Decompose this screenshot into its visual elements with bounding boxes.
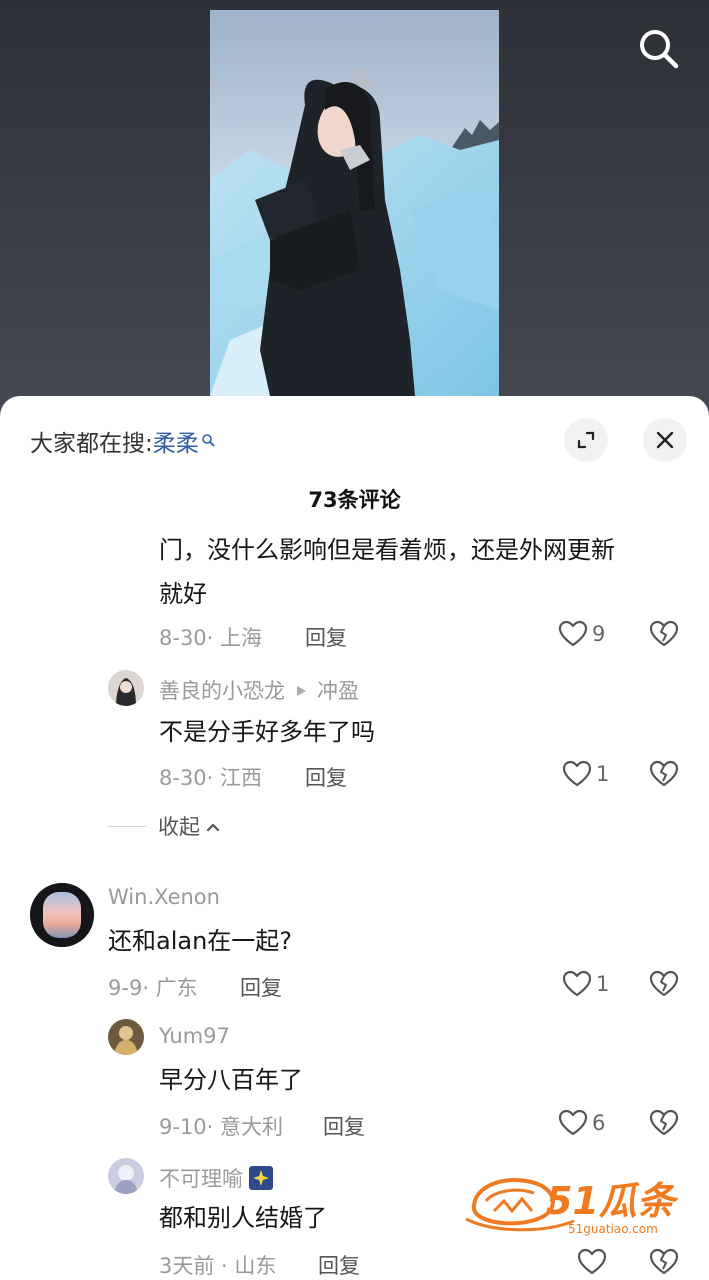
- dislike-button[interactable]: [649, 1248, 679, 1280]
- like-button[interactable]: [577, 1248, 611, 1276]
- dislike-button[interactable]: [649, 970, 679, 1002]
- watermark-brand: 51瓜条: [546, 1179, 679, 1223]
- like-button[interactable]: 9: [558, 620, 605, 648]
- watermark-site: 51guatiao.com: [568, 1222, 658, 1236]
- heart-icon: [558, 620, 588, 647]
- comment-text: 不是分手好多年了吗: [159, 718, 375, 746]
- broken-heart-icon: [649, 620, 679, 647]
- video-background: [0, 0, 709, 420]
- heart-icon: [562, 970, 592, 997]
- like-count: 9: [592, 622, 606, 646]
- comment-date: 9-9: [108, 976, 143, 1000]
- author-name[interactable]: 善良的小恐龙: [159, 679, 285, 703]
- broken-heart-icon: [649, 1109, 679, 1136]
- comment-date: 9-10: [159, 1115, 207, 1139]
- close-icon: [656, 431, 674, 449]
- dislike-button[interactable]: [649, 620, 679, 652]
- search-button[interactable]: [636, 26, 682, 72]
- collapse-label: 收起: [158, 815, 200, 839]
- reply-button[interactable]: 回复: [305, 762, 347, 792]
- comment-meta: 8-30· 上海: [159, 626, 263, 650]
- heart-icon: [558, 1109, 588, 1136]
- broken-heart-icon: [649, 1248, 679, 1275]
- comment-location: 山东: [234, 1254, 277, 1278]
- like-count: 1: [596, 762, 610, 786]
- comment-author[interactable]: Win.Xenon: [108, 885, 220, 909]
- author-name[interactable]: 不可理喻: [159, 1167, 243, 1191]
- comment-meta: 9-10· 意大利: [159, 1115, 284, 1139]
- comment-text: 都和别人结婚了: [159, 1204, 327, 1232]
- reply-button[interactable]: 回复: [318, 1250, 360, 1280]
- comment-meta: 8-30· 江西: [159, 766, 263, 790]
- watermark-logo: 51瓜条 51guatiao.com: [464, 1169, 686, 1239]
- expand-button[interactable]: [564, 418, 608, 462]
- collapse-replies-button[interactable]: 收起: [108, 811, 220, 841]
- comment-location: 江西: [220, 766, 263, 790]
- comment-text: 早分八百年了: [159, 1066, 303, 1094]
- like-count: 6: [592, 1111, 606, 1135]
- comment-author[interactable]: 善良的小恐龙 冲盈: [159, 675, 359, 705]
- like-count: 1: [596, 972, 610, 996]
- comment-author[interactable]: Yum97: [159, 1024, 230, 1048]
- like-button[interactable]: 1: [562, 760, 609, 788]
- avatar[interactable]: [108, 670, 144, 706]
- divider: [108, 825, 146, 827]
- comment-text-line: 就好: [159, 580, 207, 608]
- reply-button[interactable]: 回复: [323, 1111, 365, 1141]
- avatar[interactable]: [30, 883, 94, 947]
- comments-sheet: 大家都在搜:柔柔 73条评论 门，没什么影响但是看着烦，还是外网更新 就好 8-…: [0, 396, 709, 1280]
- trending-search-bar[interactable]: 大家都在搜:柔柔: [30, 424, 215, 458]
- reply-arrow-icon: [295, 679, 307, 703]
- comment-text-line: 门，没什么影响但是看着烦，还是外网更新: [159, 536, 615, 564]
- expand-icon: [577, 431, 595, 449]
- close-button[interactable]: [643, 418, 687, 462]
- reply-button[interactable]: 回复: [305, 622, 347, 652]
- comments-count-title: 73条评论: [308, 488, 401, 512]
- comment-meta: 9-9· 广东: [108, 976, 198, 1000]
- reply-to-name[interactable]: 冲盈: [317, 679, 359, 703]
- video-thumbnail[interactable]: [210, 10, 499, 396]
- heart-icon: [562, 760, 592, 787]
- avatar[interactable]: [108, 1158, 144, 1194]
- comment-location: 意大利: [220, 1115, 284, 1139]
- comment-date: 8-30: [159, 766, 207, 790]
- like-button[interactable]: 1: [562, 970, 609, 998]
- comment-text: 还和alan在一起?: [108, 927, 293, 955]
- comment-date: 3天前: [159, 1254, 215, 1278]
- comment-date: 8-30: [159, 626, 207, 650]
- trending-keyword[interactable]: 柔柔: [153, 431, 199, 457]
- small-search-icon: [201, 427, 215, 453]
- trending-label: 大家都在搜:: [30, 431, 153, 457]
- comment-location: 广东: [155, 976, 198, 1000]
- chevron-up-icon: [206, 817, 220, 836]
- comment-meta: 3天前 · 山东: [159, 1254, 277, 1278]
- reply-button[interactable]: 回复: [240, 972, 282, 1002]
- avatar[interactable]: [108, 1019, 144, 1055]
- broken-heart-icon: [649, 970, 679, 997]
- sparkle-star-emoji-icon: [249, 1165, 273, 1195]
- heart-icon: [577, 1248, 607, 1275]
- comment-location: 上海: [220, 626, 263, 650]
- search-icon: [640, 30, 679, 69]
- like-button[interactable]: 6: [558, 1109, 605, 1137]
- comment-author[interactable]: 不可理喻: [159, 1163, 273, 1195]
- dislike-button[interactable]: [649, 1109, 679, 1141]
- broken-heart-icon: [649, 760, 679, 787]
- dislike-button[interactable]: [649, 760, 679, 792]
